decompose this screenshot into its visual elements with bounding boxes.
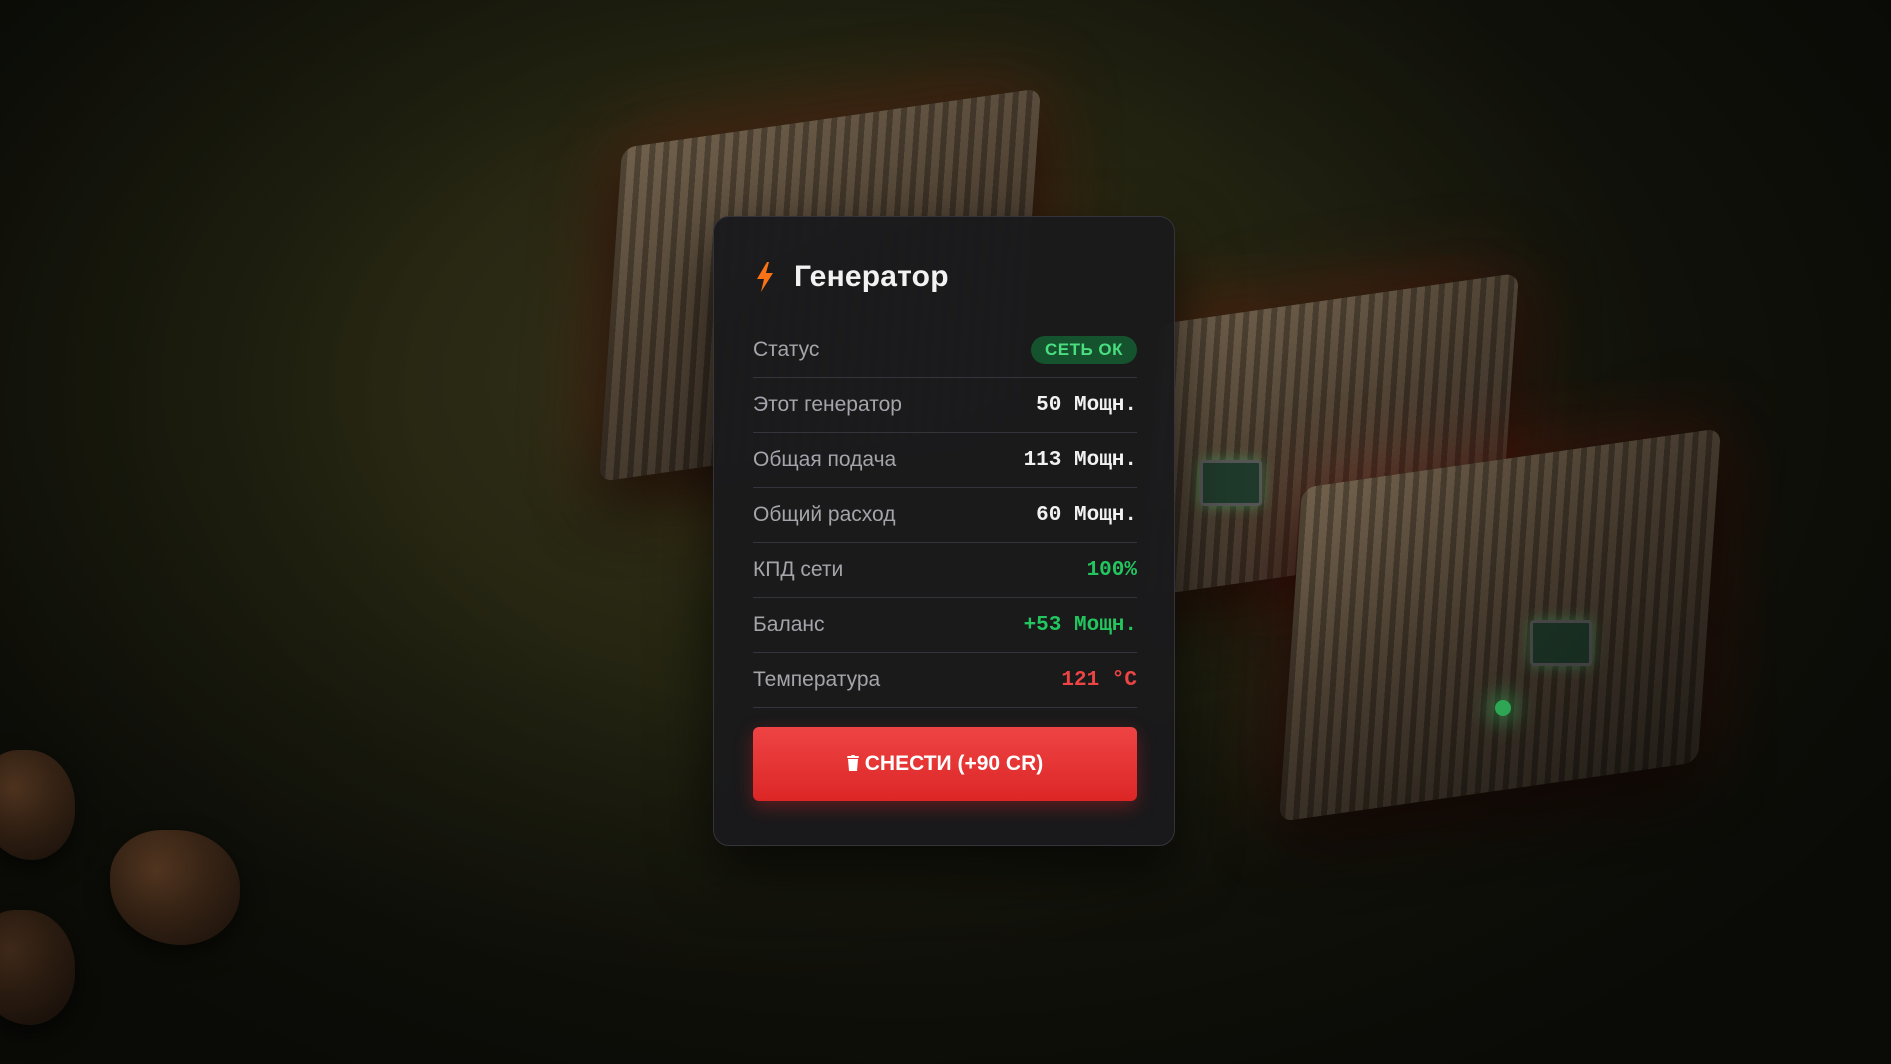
- ore-deposit[interactable]: [0, 910, 75, 1025]
- stat-label: Баланс: [753, 613, 825, 636]
- stat-row-this-generator: Этот генератор 50 Мощн.: [753, 378, 1137, 433]
- status-light: [1495, 700, 1511, 716]
- stat-label: Общая подача: [753, 448, 897, 471]
- stat-row-total-supply: Общая подача 113 Мощн.: [753, 433, 1137, 488]
- stat-row-efficiency: КПД сети 100%: [753, 543, 1137, 598]
- stat-row-total-consumption: Общий расход 60 Мощн.: [753, 488, 1137, 543]
- generator-building[interactable]: [1279, 428, 1721, 822]
- stat-value: 60 Мощн.: [1036, 503, 1137, 527]
- ore-deposit[interactable]: [110, 830, 240, 945]
- stat-value: 100%: [1086, 558, 1137, 582]
- stat-value: 121 °C: [1061, 668, 1137, 692]
- lightning-bolt-icon: [753, 261, 777, 293]
- stat-label: КПД сети: [753, 558, 844, 581]
- ore-deposit[interactable]: [0, 750, 75, 860]
- stat-value: +53 Мощн.: [1023, 613, 1137, 637]
- status-badge: СЕТЬ ОК: [1030, 336, 1137, 364]
- stat-label: Этот генератор: [753, 393, 902, 416]
- panel-header: Генератор: [753, 255, 1135, 299]
- machine-screen: [1530, 620, 1592, 666]
- demolish-button-label: СНЕСТИ (+90 CR): [864, 752, 1044, 775]
- stat-row-temperature: Температура 121 °C: [753, 653, 1137, 708]
- stat-row-balance: Баланс +53 Мощн.: [753, 598, 1137, 653]
- machine-screen: [1200, 460, 1262, 506]
- generator-info-panel: Генератор Статус СЕТЬ ОК Этот генератор …: [713, 216, 1175, 846]
- stat-label: Температура: [753, 668, 881, 691]
- panel-title: Генератор: [794, 260, 949, 293]
- stat-row-status: Статус СЕТЬ ОК: [753, 323, 1137, 378]
- stat-value: 50 Мощн.: [1036, 393, 1137, 417]
- stat-value: 113 Мощн.: [1023, 448, 1137, 472]
- stats-list: Статус СЕТЬ ОК Этот генератор 50 Мощн. О…: [753, 323, 1137, 708]
- stat-label: Общий расход: [753, 503, 896, 526]
- stat-label: Статус: [753, 338, 820, 361]
- trash-icon: [846, 754, 859, 774]
- demolish-button[interactable]: СНЕСТИ (+90 CR): [753, 727, 1137, 801]
